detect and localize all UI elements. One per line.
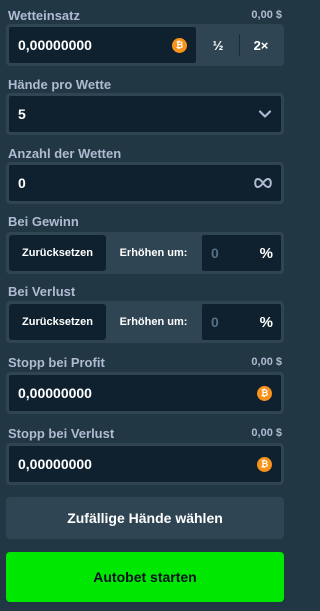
chevron-down-icon (258, 110, 272, 118)
stop-loss-field: 0,00000000 ₿ (6, 443, 284, 485)
hands-label-row: Hände pro Wette (8, 75, 282, 93)
stop-profit-label: Stopp bei Profit (8, 354, 105, 370)
number-of-bets-value: 0 (18, 175, 26, 191)
bet-amount-fiat: 0,00 $ (251, 9, 282, 21)
on-loss-increase-button[interactable]: Erhöhen um: (106, 316, 201, 328)
stop-loss-label: Stopp bei Verlust (8, 425, 115, 441)
autobet-panel: Wetteinsatz 0,00 $ 0,00000000 ₿ ½ 2× Hän… (0, 0, 290, 611)
bitcoin-icon: ₿ (257, 385, 272, 401)
bitcoin-icon: ₿ (257, 456, 272, 472)
stop-profit-field: 0,00000000 ₿ (6, 372, 284, 414)
on-win-percent-input[interactable]: 0 % (201, 234, 282, 272)
hands-per-bet-value: 5 (18, 106, 26, 122)
on-loss-label-row: Bei Verlust (8, 282, 282, 300)
stop-loss-label-row: Stopp bei Verlust 0,00 $ (8, 424, 282, 442)
infinity-icon (254, 177, 272, 189)
on-win-field: Zurücksetzen Erhöhen um: 0 % (6, 232, 284, 274)
stop-profit-label-row: Stopp bei Profit 0,00 $ (8, 353, 282, 371)
on-win-label-row: Bei Gewinn (8, 212, 282, 230)
hands-per-bet-label: Hände pro Wette (8, 76, 112, 92)
number-of-bets-field: 0 (6, 162, 284, 204)
bet-amount-input[interactable]: 0,00000000 ₿ (8, 26, 197, 64)
number-of-bets-label: Anzahl der Wetten (8, 145, 122, 161)
percent-icon: % (259, 313, 273, 331)
hands-per-bet-field: 5 (6, 93, 284, 135)
percent-icon: % (259, 244, 273, 262)
on-loss-percent-input[interactable]: 0 % (201, 303, 282, 341)
stop-loss-fiat: 0,00 $ (251, 427, 282, 439)
on-loss-field: Zurücksetzen Erhöhen um: 0 % (6, 301, 284, 343)
double-button[interactable]: 2× (240, 26, 282, 64)
number-of-bets-input[interactable]: 0 (8, 164, 282, 202)
on-loss-label: Bei Verlust (8, 283, 76, 299)
on-win-percent-value: 0 (211, 245, 219, 261)
stop-profit-value: 0,00000000 (18, 385, 92, 401)
stop-profit-input[interactable]: 0,00000000 ₿ (8, 374, 282, 412)
bet-amount-value: 0,00000000 (18, 37, 92, 53)
on-win-increase-button[interactable]: Erhöhen um: (106, 247, 201, 259)
stop-profit-fiat: 0,00 $ (251, 356, 282, 368)
stop-loss-value: 0,00000000 (18, 456, 92, 472)
bitcoin-icon: ₿ (172, 37, 187, 53)
half-button[interactable]: ½ (197, 26, 239, 64)
random-hands-button[interactable]: Zufällige Hände wählen (6, 497, 284, 539)
on-win-reset-button[interactable]: Zurücksetzen (9, 235, 106, 271)
number-of-bets-label-row: Anzahl der Wetten (8, 144, 282, 162)
start-autobet-button[interactable]: Autobet starten (6, 552, 284, 602)
on-loss-percent-value: 0 (211, 314, 219, 330)
on-win-label: Bei Gewinn (8, 213, 79, 229)
stop-loss-input[interactable]: 0,00000000 ₿ (8, 445, 282, 483)
bet-amount-label: Wetteinsatz (8, 7, 80, 23)
bet-amount-field: 0,00000000 ₿ ½ 2× (6, 24, 284, 66)
hands-per-bet-select[interactable]: 5 (8, 95, 282, 133)
on-loss-reset-button[interactable]: Zurücksetzen (9, 304, 106, 340)
bet-amount-label-row: Wetteinsatz 0,00 $ (8, 6, 282, 24)
